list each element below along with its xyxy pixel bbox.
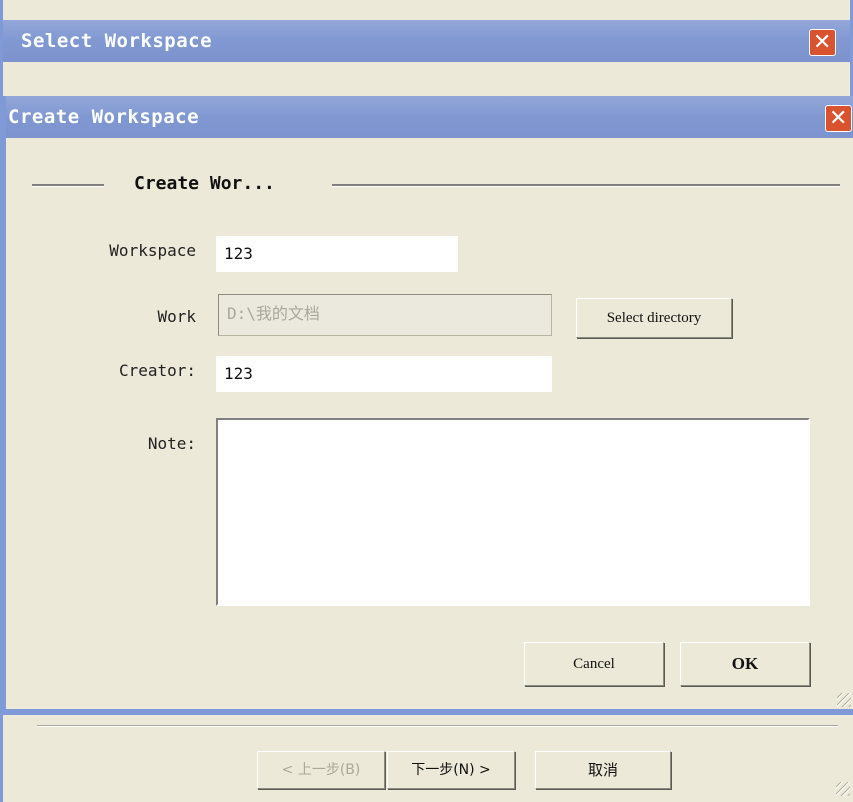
cancel-button[interactable]: Cancel (524, 642, 664, 686)
wizard-cancel-button[interactable]: 取消 (535, 751, 671, 789)
dialog-close-button[interactable]: ✕ (825, 105, 852, 132)
workspace-input[interactable]: 123 (216, 236, 458, 272)
wizard-back-button[interactable]: < 上一步(B) (257, 751, 385, 789)
outer-window-title: Select Workspace (21, 30, 213, 52)
group-divider-right (332, 184, 840, 187)
workspace-label: Workspace (109, 241, 196, 260)
note-label: Note: (147, 434, 196, 453)
creator-input[interactable]: 123 (216, 356, 552, 392)
ok-button[interactable]: OK (680, 642, 810, 686)
select-workspace-window: Select Workspace ✕ Create Workspace ✕ Cr… (0, 0, 853, 802)
select-directory-button[interactable]: Select directory (576, 298, 732, 338)
inner-titlebar: Create Workspace ✕ (6, 96, 853, 138)
wizard-next-button[interactable]: 下一步(N) > (387, 751, 515, 789)
creator-label: Creator: (118, 361, 196, 380)
group-title: Create Wor... (128, 172, 281, 196)
close-icon: ✕ (829, 106, 848, 131)
dialog-resize-grip[interactable] (837, 693, 851, 707)
group-divider-left (32, 184, 104, 187)
wizard-button-panel: < 上一步(B) 下一步(N) > 取消 (3, 712, 853, 802)
window-resize-grip[interactable] (836, 782, 850, 796)
outer-close-button[interactable]: ✕ (809, 29, 836, 56)
close-icon: ✕ (813, 30, 832, 55)
create-workspace-dialog: Create Workspace ✕ Create Wor... Workspa… (3, 96, 853, 712)
note-textarea[interactable] (216, 418, 810, 606)
outer-window-strip (3, 62, 850, 96)
wizard-separator (37, 725, 838, 727)
dialog-title: Create Workspace (8, 106, 200, 128)
work-directory-field: D:\我的文档 (218, 294, 552, 336)
outer-titlebar: Select Workspace ✕ (3, 20, 850, 62)
work-label: Work (157, 307, 196, 326)
